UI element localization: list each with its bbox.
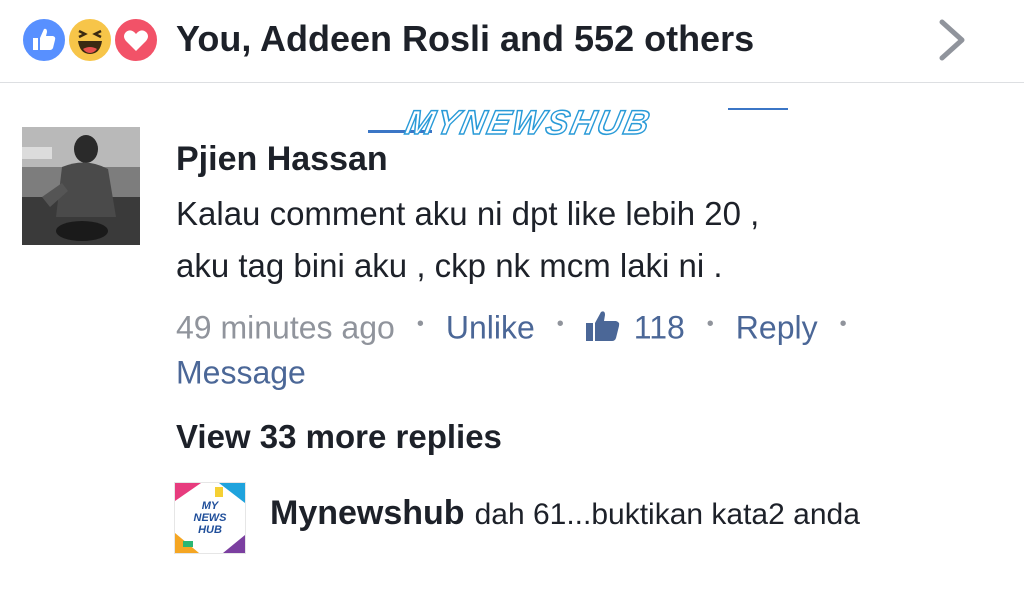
reaction-summary[interactable]: You, Addeen Rosli and 552 others [176,18,754,60]
watermark-line-right [728,108,788,110]
comment-timestamp[interactable]: 49 minutes ago [176,310,395,346]
reply-avatar[interactable]: MY NEWS HUB [174,482,246,554]
view-more-replies-link[interactable]: View 33 more replies [176,418,502,456]
love-icon [112,16,160,64]
svg-text:HUB: HUB [198,524,222,536]
reactions-bar[interactable]: You, Addeen Rosli and 552 others [0,0,1024,83]
svg-text:MY: MY [202,500,220,512]
separator-dot: • [556,312,564,335]
commenter-avatar[interactable] [22,127,140,245]
comment-actions: 49 minutes ago • Unlike • 118 • Reply • Message [176,304,976,393]
comment-line-2: aku tag bini aku , ckp nk mcm laki ni . [176,247,723,284]
separator-dot: • [416,312,424,335]
watermark-logo: MYNEWSHUB [368,100,818,143]
commenter-name[interactable]: Pjien Hassan [176,140,388,179]
like-thumb-icon[interactable] [585,310,620,342]
watermark-text: MYNEWSHUB [401,103,655,143]
reply-button[interactable]: Reply [736,310,818,346]
reply-text: dah 61...buktikan kata2 anda [474,498,860,531]
comment-line-1: Kalau comment aku ni dpt like lebih 20 , [176,195,760,232]
separator-dot: • [706,312,714,335]
haha-icon [66,16,114,64]
separator-dot: • [839,312,847,335]
svg-text:NEWS: NEWS [194,512,228,524]
unlike-button[interactable]: Unlike [446,310,535,346]
like-icon [20,16,68,64]
comment-body: Kalau comment aku ni dpt like lebih 20 ,… [176,188,976,292]
like-count[interactable]: 118 [634,310,685,346]
reaction-icons [20,16,170,64]
chevron-right-icon[interactable] [932,18,972,62]
message-button[interactable]: Message [176,354,306,390]
latest-reply[interactable]: Mynewshub dah 61...buktikan kata2 anda [270,494,860,533]
reply-author[interactable]: Mynewshub [270,494,465,532]
